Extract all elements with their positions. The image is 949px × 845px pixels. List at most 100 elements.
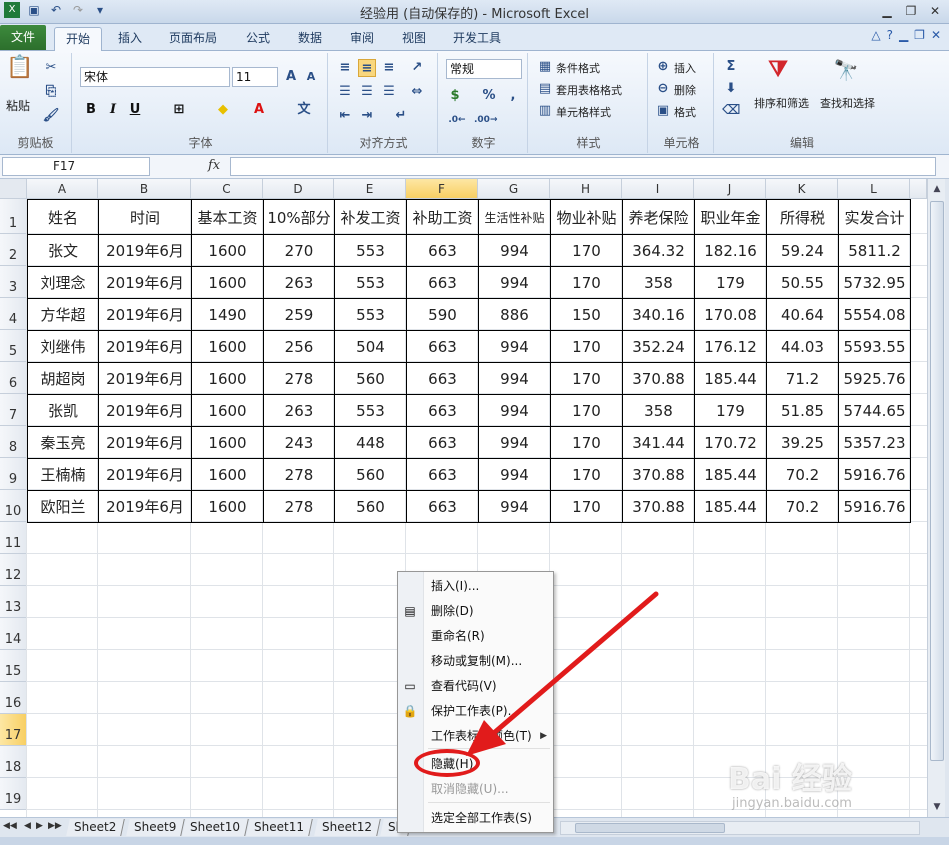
grow-font-icon[interactable]: A	[282, 68, 300, 86]
table-cell[interactable]: 1600	[191, 266, 264, 299]
fill-icon[interactable]: ⬇	[722, 80, 740, 98]
row-header-17[interactable]: 17	[0, 714, 27, 746]
decrease-decimal-icon[interactable]: .00→	[474, 111, 497, 129]
table-cell[interactable]: 欧阳兰	[27, 490, 99, 523]
table-cell[interactable]: 886	[478, 298, 551, 331]
menu-item-view-code[interactable]: ▭ 查看代码(V)	[398, 675, 553, 697]
table-cell[interactable]: 170	[550, 234, 623, 267]
table-cell[interactable]: 553	[334, 266, 407, 299]
row-header-11[interactable]: 11	[0, 522, 27, 554]
tab-data[interactable]: 数据	[288, 27, 332, 51]
vertical-scrollbar[interactable]: ▲ ▼	[927, 179, 945, 817]
border-icon[interactable]: ⊞	[170, 101, 188, 119]
column-header-b[interactable]: B	[98, 179, 191, 199]
table-cell[interactable]: 170	[550, 266, 623, 299]
table-format-button[interactable]: 套用表格格式	[556, 82, 622, 98]
table-cell[interactable]: 1600	[191, 426, 264, 459]
table-cell[interactable]: 5554.08	[838, 298, 911, 331]
column-header-c[interactable]: C	[191, 179, 263, 199]
table-cell[interactable]: 1600	[191, 458, 264, 491]
column-header-g[interactable]: G	[478, 179, 550, 199]
underline-icon[interactable]: U	[126, 101, 144, 119]
format-painter-icon[interactable]: 🖌	[42, 107, 60, 125]
table-cell[interactable]: 182.16	[694, 234, 767, 267]
table-cell[interactable]: 39.25	[766, 426, 839, 459]
table-cell[interactable]: 2019年6月	[98, 394, 192, 427]
table-cell[interactable]: 185.44	[694, 490, 767, 523]
orientation-icon[interactable]: ↗	[408, 59, 426, 77]
table-cell[interactable]: 663	[406, 490, 479, 523]
row-header-1[interactable]: 1	[0, 199, 27, 234]
column-header-e[interactable]: E	[334, 179, 406, 199]
table-cell[interactable]: 358	[622, 266, 695, 299]
table-header-cell[interactable]: 生活性补贴	[478, 199, 551, 235]
table-cell[interactable]: 553	[334, 298, 407, 331]
table-cell[interactable]: 185.44	[694, 458, 767, 491]
table-cell[interactable]: 170	[550, 426, 623, 459]
sheet-tab-sheet11[interactable]: Sheet11	[246, 819, 313, 836]
table-cell[interactable]: 2019年6月	[98, 234, 192, 267]
percent-icon[interactable]: %	[480, 87, 498, 105]
tab-home[interactable]: 开始	[54, 27, 102, 51]
doc-close-icon[interactable]: ✕	[931, 28, 941, 42]
horizontal-scroll-thumb[interactable]	[575, 823, 725, 833]
sheet-tab-sheet12[interactable]: Sheet12	[314, 819, 381, 836]
row-header-16[interactable]: 16	[0, 682, 27, 714]
table-cell[interactable]: 370.88	[622, 458, 695, 491]
increase-indent-icon[interactable]: ⇥	[358, 107, 376, 125]
table-cell[interactable]: 5593.55	[838, 330, 911, 363]
vertical-scroll-thumb[interactable]	[930, 201, 944, 761]
insert-function-icon[interactable]: fx	[208, 158, 220, 173]
row-header-7[interactable]: 7	[0, 394, 27, 426]
format-cells-button[interactable]: 格式	[674, 104, 696, 120]
column-header-j[interactable]: J	[694, 179, 766, 199]
table-cell[interactable]: 5744.65	[838, 394, 911, 427]
cell-styles-button[interactable]: 单元格样式	[556, 104, 611, 120]
table-cell[interactable]: 341.44	[622, 426, 695, 459]
sheet-tab-sheet10[interactable]: Sheet10	[182, 819, 249, 836]
delete-cells-button[interactable]: 删除	[674, 82, 696, 98]
row-header-6[interactable]: 6	[0, 362, 27, 394]
table-cell[interactable]: 170	[550, 490, 623, 523]
table-cell[interactable]: 504	[334, 330, 407, 363]
table-cell[interactable]: 2019年6月	[98, 330, 192, 363]
italic-icon[interactable]: I	[104, 101, 122, 119]
decrease-indent-icon[interactable]: ⇤	[336, 107, 354, 125]
table-header-cell[interactable]: 养老保险	[622, 199, 695, 235]
table-cell[interactable]: 179	[694, 394, 767, 427]
column-header-f[interactable]: F	[406, 179, 478, 199]
find-select-button[interactable]: 查找和选择	[820, 95, 875, 111]
align-middle-icon[interactable]: ≡	[358, 59, 376, 77]
table-cell[interactable]: 1600	[191, 490, 264, 523]
row-header-19[interactable]: 19	[0, 778, 27, 810]
table-cell[interactable]: 560	[334, 458, 407, 491]
table-cell[interactable]: 1490	[191, 298, 264, 331]
tab-page-layout[interactable]: 页面布局	[160, 27, 226, 51]
table-cell[interactable]: 663	[406, 426, 479, 459]
table-cell[interactable]: 5925.76	[838, 362, 911, 395]
tab-insert[interactable]: 插入	[108, 27, 152, 51]
table-cell[interactable]: 5916.76	[838, 490, 911, 523]
table-cell[interactable]: 663	[406, 458, 479, 491]
table-cell[interactable]: 1600	[191, 394, 264, 427]
column-header-k[interactable]: K	[766, 179, 838, 199]
row-header-3[interactable]: 3	[0, 266, 27, 298]
table-cell[interactable]: 170	[550, 394, 623, 427]
table-cell[interactable]: 994	[478, 330, 551, 363]
first-sheet-icon[interactable]: ◀◀	[3, 821, 17, 831]
align-right-icon[interactable]: ☰	[380, 83, 398, 101]
row-header-10[interactable]: 10	[0, 490, 27, 522]
number-format-select[interactable]: 常规	[446, 59, 522, 79]
column-header-l[interactable]: L	[838, 179, 910, 199]
close-icon[interactable]: ✕	[925, 2, 945, 20]
sort-filter-button[interactable]: 排序和筛选	[754, 95, 809, 111]
table-cell[interactable]: 370.88	[622, 490, 695, 523]
menu-item-tab-color[interactable]: 工作表标签颜色(T) ▶	[398, 725, 553, 747]
align-top-icon[interactable]: ≡	[336, 59, 354, 77]
table-cell[interactable]: 176.12	[694, 330, 767, 363]
last-sheet-icon[interactable]: ▶▶	[48, 821, 62, 831]
tab-formulas[interactable]: 公式	[236, 27, 280, 51]
table-header-cell[interactable]: 实发合计	[838, 199, 911, 235]
select-all-corner[interactable]	[0, 179, 27, 199]
table-cell[interactable]: 170.72	[694, 426, 767, 459]
